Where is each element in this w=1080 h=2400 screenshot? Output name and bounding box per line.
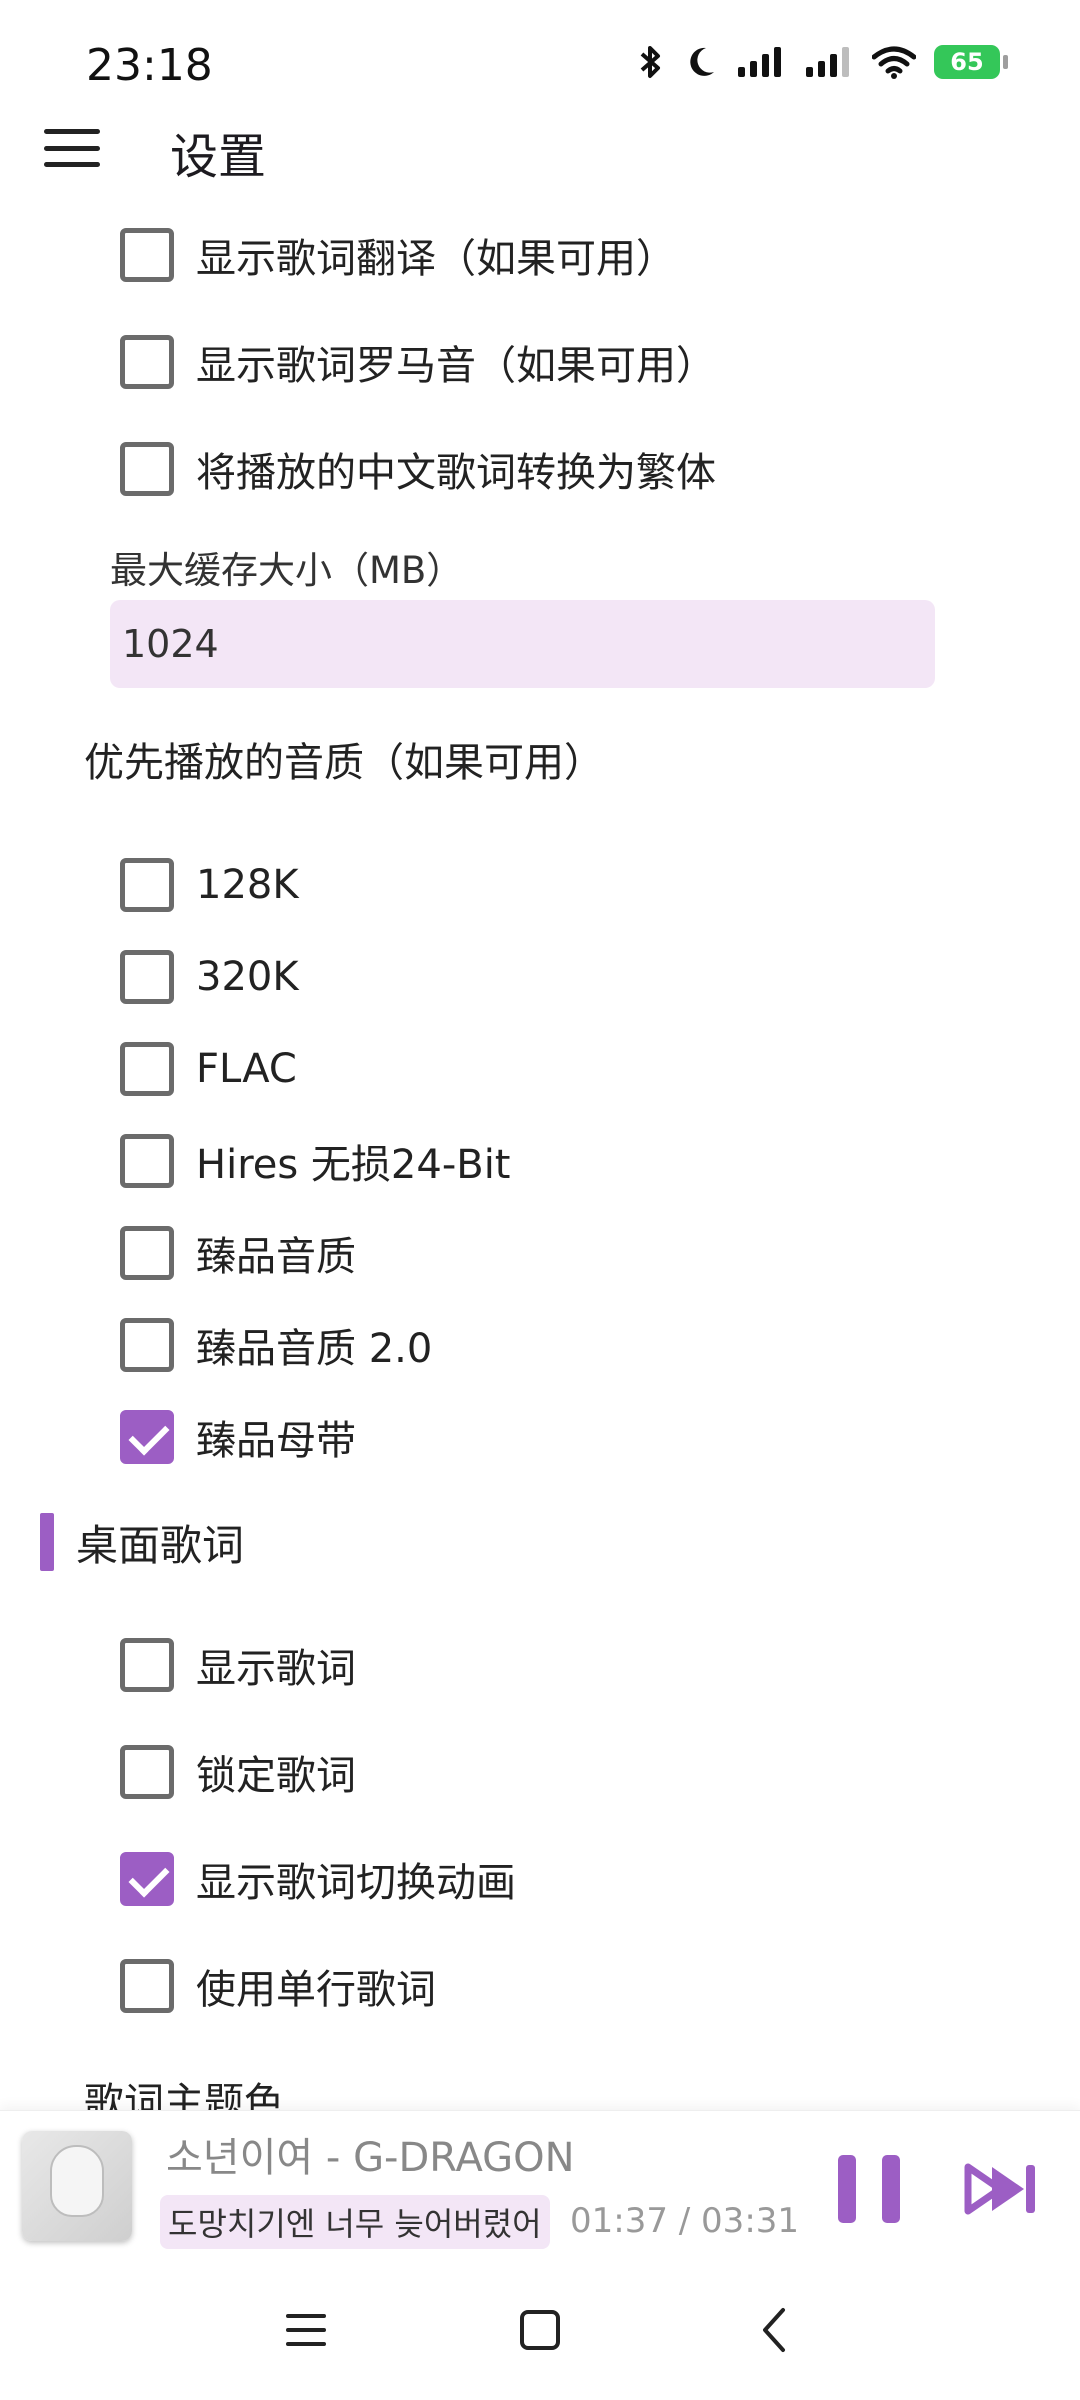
system-nav-bar: [0, 2260, 1080, 2400]
quality-title: 优先播放的音质（如果可用）: [84, 740, 604, 786]
checkbox-label: 显示歌词: [196, 1646, 356, 1692]
checkbox-label: 显示歌词切换动画: [196, 1860, 516, 1906]
checkbox-label: 臻品母带: [196, 1418, 356, 1464]
checkbox[interactable]: [120, 1410, 174, 1464]
checkbox-label: 锁定歌词: [196, 1753, 356, 1799]
checkbox-quality-master[interactable]: 臻品音质: [120, 1218, 356, 1288]
moon-icon: [690, 47, 714, 76]
settings-list[interactable]: 显示歌词翻译（如果可用） 显示歌词罗马音（如果可用） 将播放的中文歌词转换为繁体…: [0, 190, 1080, 2110]
checkbox-show-lyrics[interactable]: 显示歌词: [120, 1630, 356, 1700]
back-icon[interactable]: [734, 2290, 814, 2370]
checkbox-lyric-romaji[interactable]: 显示歌词罗马音（如果可用）: [120, 327, 716, 397]
status-icons: 65: [636, 44, 1008, 80]
status-time: 23:18: [86, 40, 213, 91]
checkbox-label: FLAC: [196, 1046, 297, 1092]
checkbox[interactable]: [120, 1638, 174, 1692]
checkbox-label: 使用单行歌词: [196, 1967, 436, 2013]
cache-size-label: 最大缓存大小（MB）: [110, 549, 464, 592]
checkbox[interactable]: [120, 442, 174, 496]
wifi-icon: [872, 46, 916, 79]
mini-player[interactable]: 소년이여 - G-DRAGON 도망치기엔 너무 늦어버렸어 01:37 / 0…: [0, 2110, 1080, 2260]
page-title: 设置: [170, 129, 267, 185]
menu-icon[interactable]: [44, 123, 100, 173]
checkbox-lyric-animation[interactable]: 显示歌词切换动画: [120, 1844, 516, 1914]
checkbox[interactable]: [120, 950, 174, 1004]
checkbox-lock-lyrics[interactable]: 锁定歌词: [120, 1737, 356, 1807]
battery-level: 65: [950, 48, 984, 76]
checkbox[interactable]: [120, 1318, 174, 1372]
checkbox-quality-hires[interactable]: Hires 无损24-Bit: [120, 1126, 511, 1196]
signal-icon: [738, 47, 781, 77]
checkbox-label: Hires 无损24-Bit: [196, 1142, 511, 1188]
battery-icon: 65: [934, 45, 1008, 79]
checkbox[interactable]: [120, 1852, 174, 1906]
checkbox-label: 臻品音质: [196, 1234, 356, 1280]
checkbox[interactable]: [120, 1042, 174, 1096]
home-icon[interactable]: [500, 2290, 580, 2370]
checkbox-label: 320K: [196, 954, 299, 1000]
checkbox[interactable]: [120, 1745, 174, 1799]
checkbox-quality-master-2[interactable]: 臻品音质 2.0: [120, 1310, 432, 1380]
checkbox-label: 将播放的中文歌词转换为繁体: [196, 450, 716, 496]
checkbox-label: 臻品音质 2.0: [196, 1326, 433, 1372]
checkbox-quality-flac[interactable]: FLAC: [120, 1034, 297, 1104]
section-title: 桌面歌词: [76, 1520, 245, 1570]
checkbox-quality-master-tape[interactable]: 臻品母带: [120, 1402, 356, 1472]
section-accent-bar: [40, 1513, 54, 1571]
bluetooth-icon: [640, 46, 660, 78]
checkbox[interactable]: [120, 1226, 174, 1280]
checkbox-lyric-translation[interactable]: 显示歌词翻译（如果可用）: [120, 220, 676, 290]
skip-next-icon[interactable]: [964, 2161, 1038, 2217]
checkbox[interactable]: [120, 1959, 174, 2013]
checkbox-label: 128K: [196, 862, 299, 908]
section-header-desktop-lyrics: 桌面歌词: [40, 1512, 244, 1572]
checkbox[interactable]: [120, 228, 174, 282]
checkbox-label: 显示歌词罗马音（如果可用）: [196, 343, 716, 389]
app-bar: 设置: [0, 105, 1080, 190]
album-art[interactable]: [22, 2131, 132, 2241]
pause-icon[interactable]: [838, 2155, 902, 2223]
checkbox-label: 显示歌词翻译（如果可用）: [196, 236, 676, 282]
song-title: 소년이여 - G-DRAGON: [166, 2135, 575, 2181]
checkbox-traditional-chinese[interactable]: 将播放的中文歌词转换为繁体: [120, 434, 716, 504]
song-time: 01:37 / 03:31: [570, 2201, 800, 2241]
current-lyric: 도망치기엔 너무 늦어버렸어: [160, 2195, 550, 2249]
lyric-theme-color-label: 歌词主题色: [84, 2080, 284, 2110]
checkbox-quality-128k[interactable]: 128K: [120, 850, 299, 920]
checkbox-quality-320k[interactable]: 320K: [120, 942, 299, 1012]
checkbox[interactable]: [120, 1134, 174, 1188]
checkbox-single-line[interactable]: 使用单行歌词: [120, 1951, 436, 2021]
signal-icon: [806, 47, 849, 77]
checkbox[interactable]: [120, 335, 174, 389]
checkbox[interactable]: [120, 858, 174, 912]
cache-size-input[interactable]: 1024: [110, 600, 935, 688]
recents-icon[interactable]: [266, 2290, 346, 2370]
